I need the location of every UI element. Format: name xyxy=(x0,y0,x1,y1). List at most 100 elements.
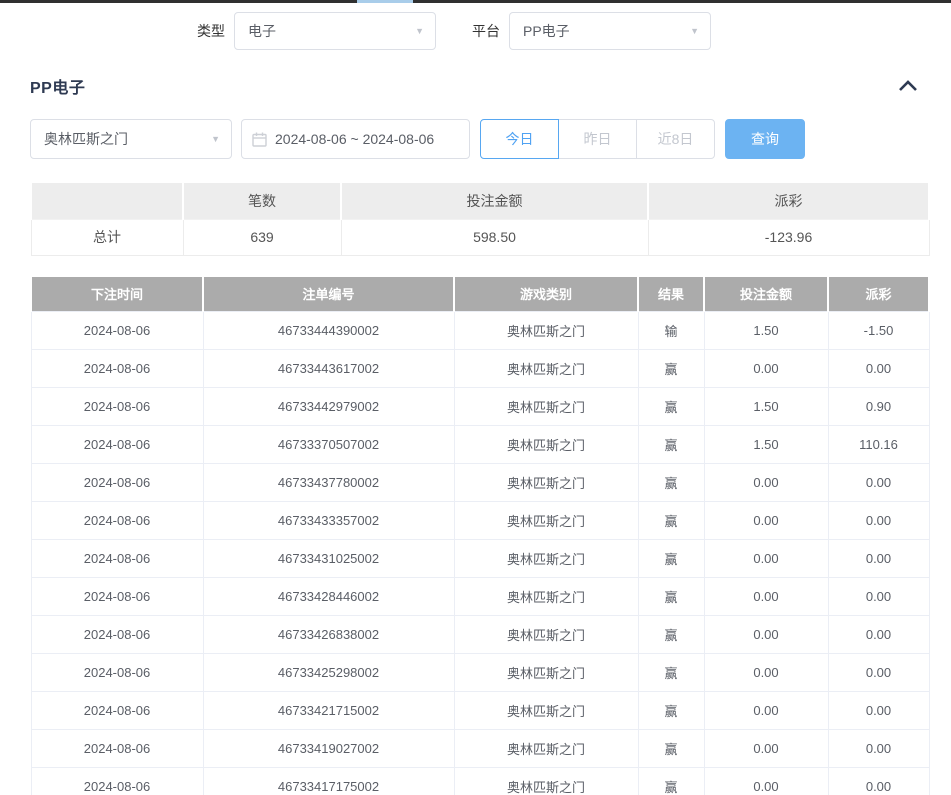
cell-order-id: 46733444390002 xyxy=(203,312,454,350)
cell-order-id: 46733442979002 xyxy=(203,388,454,426)
cell-bet-amount: 1.50 xyxy=(704,312,828,350)
table-row: 2024-08-06 46733370507002 奥林匹斯之门 赢 1.50 … xyxy=(31,426,929,464)
last8days-button[interactable]: 近8日 xyxy=(636,119,715,159)
cell-payout: 110.16 xyxy=(828,426,929,464)
controls-row: 奥林匹斯之门 ▼ 2024-08-06 ~ 2024-08-06 今日 昨日 近… xyxy=(30,119,951,159)
cell-order-id: 46733417175002 xyxy=(203,768,454,795)
cell-order-id: 46733426838002 xyxy=(203,616,454,654)
cell-order-id: 46733428446002 xyxy=(203,578,454,616)
cell-payout: 0.00 xyxy=(828,616,929,654)
cell-bet-amount: 0.00 xyxy=(704,502,828,540)
cell-bet-amount: 0.00 xyxy=(704,654,828,692)
calendar-icon xyxy=(252,132,267,147)
today-button[interactable]: 今日 xyxy=(480,119,559,159)
bet-records-table: 下注时间 注单编号 游戏类别 结果 投注金额 派彩 2024-08-06 467… xyxy=(30,275,930,795)
cell-order-id: 46733437780002 xyxy=(203,464,454,502)
cell-result: 赢 xyxy=(638,350,704,388)
table-row: 2024-08-06 46733443617002 奥林匹斯之门 赢 0.00 … xyxy=(31,350,929,388)
cell-result: 赢 xyxy=(638,578,704,616)
date-range-value: 2024-08-06 ~ 2024-08-06 xyxy=(275,131,434,147)
cell-payout: 0.00 xyxy=(828,540,929,578)
quick-date-button-group: 今日 昨日 近8日 xyxy=(480,119,715,159)
table-row: 2024-08-06 46733419027002 奥林匹斯之门 赢 0.00 … xyxy=(31,730,929,768)
cell-order-id: 46733425298002 xyxy=(203,654,454,692)
cell-bet-time: 2024-08-06 xyxy=(31,692,203,730)
cell-result: 赢 xyxy=(638,464,704,502)
table-row: 2024-08-06 46733437780002 奥林匹斯之门 赢 0.00 … xyxy=(31,464,929,502)
cell-payout: 0.00 xyxy=(828,654,929,692)
chevron-down-icon: ▼ xyxy=(211,134,220,144)
header-order-id: 注单编号 xyxy=(203,276,454,312)
table-row: 2024-08-06 46733428446002 奥林匹斯之门 赢 0.00 … xyxy=(31,578,929,616)
date-range-input[interactable]: 2024-08-06 ~ 2024-08-06 xyxy=(241,119,470,159)
cell-bet-amount: 0.00 xyxy=(704,692,828,730)
table-row: 2024-08-06 46733425298002 奥林匹斯之门 赢 0.00 … xyxy=(31,654,929,692)
cell-bet-amount: 0.00 xyxy=(704,350,828,388)
type-select-value: 电子 xyxy=(248,21,276,41)
cell-payout: 0.00 xyxy=(828,730,929,768)
cell-bet-time: 2024-08-06 xyxy=(31,312,203,350)
table-header-row: 下注时间 注单编号 游戏类别 结果 投注金额 派彩 xyxy=(31,276,929,312)
cell-result: 输 xyxy=(638,312,704,350)
header-payout: 派彩 xyxy=(828,276,929,312)
cell-bet-time: 2024-08-06 xyxy=(31,426,203,464)
header-bet-amount: 投注金额 xyxy=(704,276,828,312)
cell-order-id: 46733431025002 xyxy=(203,540,454,578)
cell-game-type: 奥林匹斯之门 xyxy=(454,540,638,578)
cell-bet-amount: 0.00 xyxy=(704,578,828,616)
game-select[interactable]: 奥林匹斯之门 ▼ xyxy=(30,119,232,159)
cell-order-id: 46733443617002 xyxy=(203,350,454,388)
table-row: 2024-08-06 46733417175002 奥林匹斯之门 赢 0.00 … xyxy=(31,768,929,795)
cell-result: 赢 xyxy=(638,692,704,730)
cell-result: 赢 xyxy=(638,540,704,578)
summary-total-count: 639 xyxy=(183,219,341,255)
section-header: PP电子 xyxy=(30,74,921,98)
cell-game-type: 奥林匹斯之门 xyxy=(454,654,638,692)
cell-bet-time: 2024-08-06 xyxy=(31,616,203,654)
summary-header-blank xyxy=(31,182,183,219)
cell-payout: 0.00 xyxy=(828,464,929,502)
cell-order-id: 46733370507002 xyxy=(203,426,454,464)
cell-game-type: 奥林匹斯之门 xyxy=(454,502,638,540)
type-select[interactable]: 电子 ▼ xyxy=(234,12,436,50)
chevron-up-icon xyxy=(898,80,918,92)
search-button[interactable]: 查询 xyxy=(725,119,805,159)
table-row: 2024-08-06 46733442979002 奥林匹斯之门 赢 1.50 … xyxy=(31,388,929,426)
cell-game-type: 奥林匹斯之门 xyxy=(454,578,638,616)
platform-select[interactable]: PP电子 ▼ xyxy=(509,12,711,50)
summary-table: 笔数 投注金额 派彩 总计 639 598.50 -123.96 xyxy=(30,181,930,256)
cell-result: 赢 xyxy=(638,388,704,426)
cell-game-type: 奥林匹斯之门 xyxy=(454,692,638,730)
cell-result: 赢 xyxy=(638,768,704,795)
cell-game-type: 奥林匹斯之门 xyxy=(454,312,638,350)
cell-order-id: 46733421715002 xyxy=(203,692,454,730)
cell-payout: 0.00 xyxy=(828,578,929,616)
chevron-down-icon: ▼ xyxy=(690,26,699,36)
cell-bet-amount: 0.00 xyxy=(704,730,828,768)
cell-payout: 0.00 xyxy=(828,350,929,388)
cell-bet-time: 2024-08-06 xyxy=(31,388,203,426)
table-row: 2024-08-06 46733433357002 奥林匹斯之门 赢 0.00 … xyxy=(31,502,929,540)
type-label: 类型 xyxy=(197,21,225,41)
summary-header-bet-amount: 投注金额 xyxy=(341,182,648,219)
yesterday-button[interactable]: 昨日 xyxy=(558,119,637,159)
cell-game-type: 奥林匹斯之门 xyxy=(454,616,638,654)
cell-bet-time: 2024-08-06 xyxy=(31,730,203,768)
top-scrollbar-thumb[interactable] xyxy=(357,0,413,3)
header-result: 结果 xyxy=(638,276,704,312)
cell-game-type: 奥林匹斯之门 xyxy=(454,350,638,388)
cell-result: 赢 xyxy=(638,616,704,654)
cell-result: 赢 xyxy=(638,426,704,464)
cell-payout: 0.00 xyxy=(828,502,929,540)
summary-header-payout: 派彩 xyxy=(648,182,929,219)
table-row: 2024-08-06 46733421715002 奥林匹斯之门 赢 0.00 … xyxy=(31,692,929,730)
summary-total-bet-amount: 598.50 xyxy=(341,219,648,255)
summary-total-label: 总计 xyxy=(31,219,183,255)
cell-bet-time: 2024-08-06 xyxy=(31,578,203,616)
cell-bet-time: 2024-08-06 xyxy=(31,502,203,540)
cell-bet-amount: 0.00 xyxy=(704,616,828,654)
header-game-type: 游戏类别 xyxy=(454,276,638,312)
cell-order-id: 46733433357002 xyxy=(203,502,454,540)
collapse-button[interactable] xyxy=(895,76,921,96)
cell-bet-amount: 1.50 xyxy=(704,388,828,426)
